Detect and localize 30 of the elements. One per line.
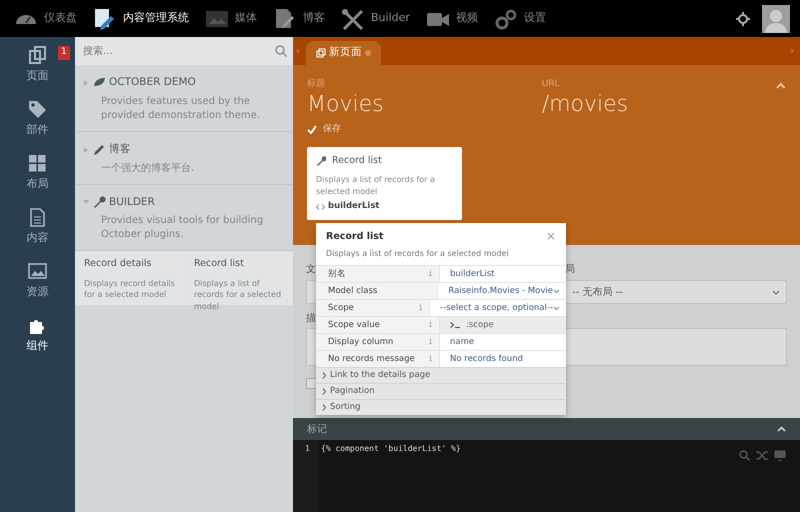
property-label: Model class [328, 284, 378, 298]
property-value: name [450, 336, 474, 349]
save-status: 保存 [323, 122, 341, 136]
markup-label: 标记 [307, 422, 327, 436]
line-number: 1 [305, 443, 311, 455]
property-value: :scope [466, 318, 494, 332]
field-label: URL [542, 78, 561, 91]
property-value: No records found [450, 352, 523, 366]
property-value: builderList [450, 268, 494, 281]
field-label: 描 [306, 313, 316, 324]
property-label: Scope value [328, 318, 380, 332]
property-value: --select a scope, optional-- [440, 302, 553, 315]
field-label: 标题 [307, 78, 326, 91]
property-label: Scope [328, 302, 354, 315]
popover-description: Displays a list of records for a selected model [326, 248, 509, 260]
group-description: Provides visual tools for building October plugins. [100, 214, 264, 242]
property-value: Raiseinfo.Movies - Movie [448, 284, 553, 298]
component-alias: builderList [328, 200, 380, 214]
component-title: Record list [332, 154, 382, 168]
property-label: 别名 [328, 268, 346, 281]
count-badge: 1 [58, 46, 70, 60]
field-label: 局 [565, 264, 575, 275]
group-description: 一个强大的博客平台. [100, 162, 196, 176]
property-label: No records message [328, 352, 415, 366]
component-description: Displays a list of records for a selected model [316, 174, 436, 198]
popover-title: Record list [326, 230, 384, 244]
group-description: Provides features used by the provided demonstration theme. [100, 94, 261, 123]
code-line: {% component 'builderList' %} [321, 443, 462, 455]
property-label: Display column [328, 336, 394, 349]
field-label: 文 [306, 264, 316, 275]
